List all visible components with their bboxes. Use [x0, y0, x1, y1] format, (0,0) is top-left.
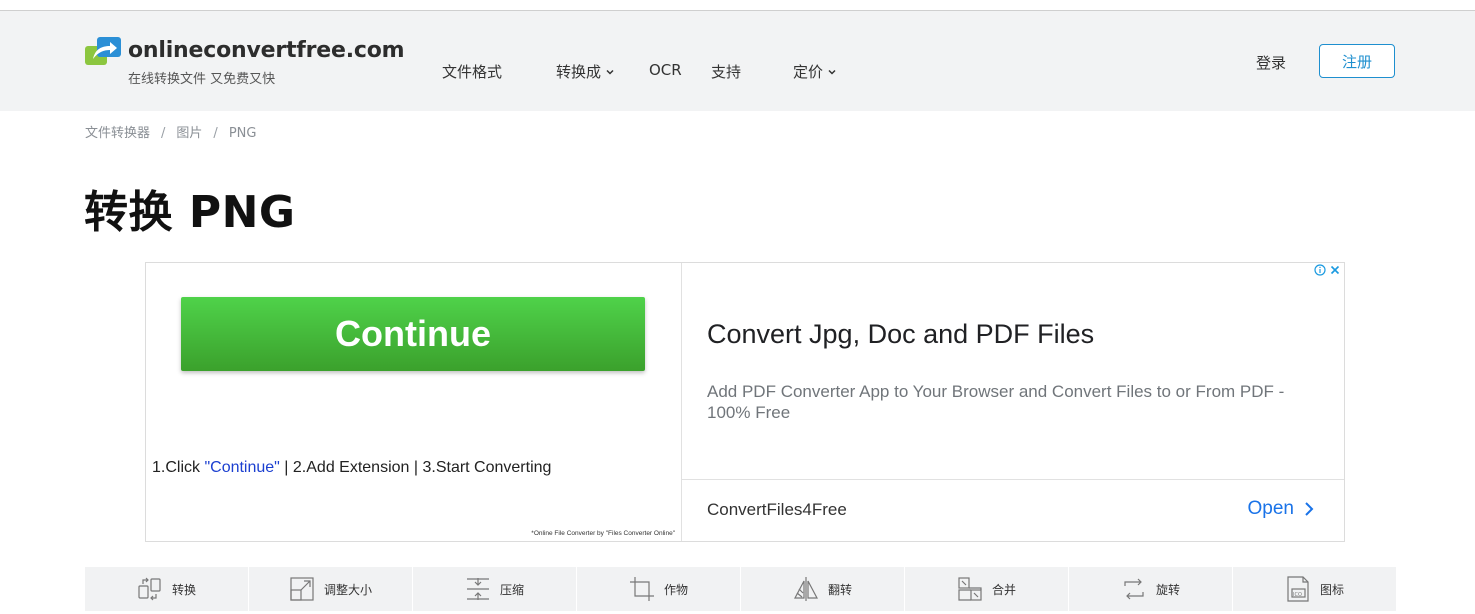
- tool-label: 转换: [171, 582, 196, 597]
- site-logo[interactable]: onlineconvertfree.com 在线转换文件 又免费又快: [85, 37, 405, 87]
- nav-label: 文件格式: [442, 63, 503, 81]
- merge-icon: [958, 577, 982, 601]
- nav-label: 定价: [793, 63, 824, 81]
- breadcrumb-separator: /: [161, 126, 166, 141]
- breadcrumb: 文件转换器 / 图片 / PNG: [85, 122, 256, 141]
- tool-label: 调整大小: [323, 582, 372, 597]
- ad-brand: ConvertFiles4Free: [707, 500, 847, 519]
- ad-open-label: Open: [1247, 498, 1294, 519]
- tool-resize[interactable]: 调整大小: [249, 567, 413, 611]
- nav-convert-to[interactable]: 转换成: [556, 61, 615, 82]
- ad-open-button[interactable]: Open: [1248, 498, 1314, 520]
- ad-controls: [1314, 264, 1341, 276]
- tool-rotate[interactable]: 旋转: [1069, 567, 1233, 611]
- flip-icon: [793, 577, 818, 601]
- ad-steps: 1.Click "Continue" | 2.Add Extension | 3…: [152, 459, 551, 477]
- ad-headline[interactable]: Convert Jpg, Doc and PDF Files: [707, 319, 1094, 350]
- nav-label: 支持: [711, 63, 742, 81]
- ad-creative: Continue 1.Click "Continue" | 2.Add Exte…: [146, 263, 682, 541]
- resize-icon: [290, 577, 314, 601]
- tool-flip[interactable]: 翻转: [741, 567, 905, 611]
- logo-name: onlineconvertfree.com: [128, 38, 405, 63]
- nav-label: OCR: [649, 61, 682, 79]
- tool-label: 旋转: [1155, 582, 1180, 597]
- tool-crop[interactable]: 作物: [577, 567, 741, 611]
- ad-info-icon[interactable]: [1314, 264, 1326, 276]
- breadcrumb-image[interactable]: 图片: [176, 126, 202, 141]
- tool-convert[interactable]: 转换: [85, 567, 249, 611]
- nav-support[interactable]: 支持: [711, 61, 741, 82]
- site-header: onlineconvertfree.com 在线转换文件 又免费又快 文件格式 …: [0, 11, 1475, 111]
- nav-file-formats[interactable]: 文件格式: [442, 61, 502, 82]
- chevron-down-icon: [606, 69, 614, 75]
- crop-icon: [629, 577, 654, 601]
- ico-icon: ICO: [1287, 576, 1309, 602]
- breadcrumb-separator: /: [213, 126, 218, 141]
- logo-tagline: 在线转换文件 又免费又快: [128, 72, 276, 87]
- ad-steps-prefix: 1.Click: [152, 459, 205, 476]
- rotate-icon: [1124, 578, 1144, 600]
- tool-label: 图标: [1319, 582, 1344, 597]
- signup-button[interactable]: 注册: [1319, 44, 1395, 78]
- login-link[interactable]: 登录: [1256, 52, 1286, 73]
- nav-label: 转换成: [556, 63, 602, 81]
- nav-ocr[interactable]: OCR: [649, 61, 682, 79]
- convert-icon: [138, 577, 161, 601]
- ad-continue-button[interactable]: Continue: [181, 297, 645, 371]
- svg-text:ICO: ICO: [1293, 592, 1302, 598]
- tool-compress[interactable]: 压缩: [413, 567, 577, 611]
- ad-text-panel[interactable]: Convert Jpg, Doc and PDF Files Add PDF C…: [682, 263, 1344, 541]
- tool-label: 翻转: [827, 582, 852, 597]
- compress-icon: [466, 578, 489, 600]
- logo-arrow-icon: [85, 37, 121, 65]
- tool-ico[interactable]: ICO 图标: [1233, 567, 1396, 611]
- breadcrumb-file-converter[interactable]: 文件转换器: [85, 126, 150, 141]
- ad-description: Add PDF Converter App to Your Browser an…: [707, 382, 1285, 422]
- tool-label: 合并: [991, 582, 1016, 597]
- ad-steps-highlight: "Continue": [204, 459, 280, 476]
- ad-banner: Continue 1.Click "Continue" | 2.Add Exte…: [145, 262, 1345, 542]
- tool-label: 压缩: [499, 582, 524, 597]
- chevron-down-icon: [828, 69, 836, 75]
- tool-label: 作物: [663, 582, 688, 597]
- tool-merge[interactable]: 合并: [905, 567, 1069, 611]
- ad-close-icon[interactable]: [1329, 264, 1341, 276]
- ad-credit: *Online File Converter by "Files Convert…: [531, 530, 675, 537]
- chevron-right-icon: [1305, 502, 1314, 516]
- ad-divider: [682, 479, 1344, 480]
- page-title: 转换 PNG: [84, 187, 296, 238]
- tool-bar: 转换 调整大小 压缩 作物 翻转 合并 旋转 ICO 图标: [85, 567, 1396, 611]
- breadcrumb-current: PNG: [228, 126, 257, 141]
- ad-steps-suffix: | 2.Add Extension | 3.Start Converting: [279, 459, 552, 476]
- nav-pricing[interactable]: 定价: [793, 61, 837, 82]
